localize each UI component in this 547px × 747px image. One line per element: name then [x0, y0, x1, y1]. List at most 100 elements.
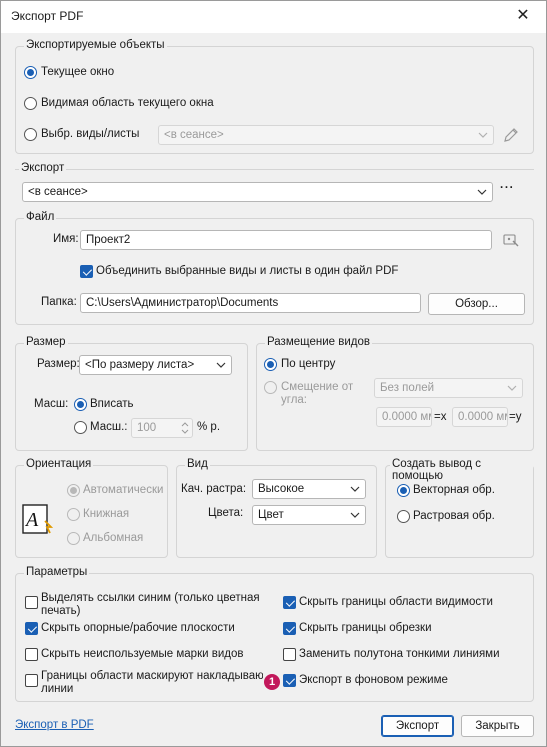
selected-views-label[interactable]: Выбр. виды/листы	[41, 128, 139, 140]
radio-visible-area[interactable]	[24, 97, 37, 110]
output-label: Создать вывод с помощью	[390, 458, 533, 482]
margins-value: Без полей	[380, 382, 435, 394]
radio-current-window[interactable]	[24, 66, 37, 79]
chevron-down-icon	[477, 189, 487, 195]
offset-y-label: =y	[509, 411, 522, 423]
hide-ref-planes-checkbox[interactable]	[25, 622, 38, 635]
radio-landscape[interactable]	[67, 532, 80, 545]
params-label: Параметры	[24, 566, 90, 578]
background-export-label[interactable]: Экспорт в фоновом режиме	[299, 674, 448, 686]
offset-label-1[interactable]: Смещение от	[281, 381, 353, 393]
svg-text:A: A	[24, 509, 39, 531]
center-label[interactable]: По центру	[281, 358, 335, 370]
folder-label: Папка:	[41, 296, 77, 308]
offset-x-value: 0.0000 мм	[382, 411, 432, 423]
size-value: <По размеру листа>	[85, 359, 195, 371]
mask-label-2: линии	[41, 683, 74, 695]
scale-input[interactable]: 100	[131, 418, 193, 438]
scale-unit-label: % р.	[197, 421, 221, 433]
hide-crop-label[interactable]: Скрыть границы обрезки	[299, 622, 432, 634]
view-label: Вид	[185, 458, 210, 470]
radio-fit[interactable]	[74, 398, 87, 411]
name-label: Имя:	[53, 233, 79, 245]
export-more-button[interactable]: ···	[500, 182, 515, 194]
radio-portrait[interactable]	[67, 508, 80, 521]
links-blue-checkbox[interactable]	[25, 596, 38, 609]
replace-halftone-checkbox[interactable]	[283, 648, 296, 661]
chevron-down-icon	[216, 362, 226, 368]
colors-label: Цвета:	[208, 507, 244, 519]
page-orientation-icon: A	[22, 504, 53, 534]
combine-label[interactable]: Объединить выбранные виды и листы в один…	[96, 265, 398, 277]
mask-label-1[interactable]: Границы области маскируют накладываю	[41, 670, 263, 682]
hide-unused-tags-checkbox[interactable]	[25, 648, 38, 661]
export-dropdown[interactable]: <в сеансе>	[22, 182, 493, 202]
file-name-value: Проект2	[86, 234, 131, 246]
radio-scale[interactable]	[74, 421, 87, 434]
hide-crop-checkbox[interactable]	[283, 622, 296, 635]
edit-pencil-icon[interactable]	[502, 126, 520, 144]
size-group-label: Размер	[24, 336, 68, 348]
radio-vector[interactable]	[397, 484, 410, 497]
window-title: Экспорт PDF	[11, 9, 84, 23]
raster-label[interactable]: Растровая обр.	[413, 510, 495, 522]
orientation-label: Ориентация	[24, 458, 94, 470]
chevron-down-icon	[507, 385, 517, 391]
replace-halftone-label[interactable]: Заменить полутона тонкими линиями	[299, 648, 500, 660]
offset-x-input[interactable]: 0.0000 мм	[376, 407, 432, 427]
margins-dropdown[interactable]: Без полей	[374, 378, 523, 398]
landscape-label[interactable]: Альбомная	[83, 532, 143, 544]
hide-scope-boxes-label[interactable]: Скрыть границы области видимости	[299, 596, 493, 608]
export-pdf-dialog: Экспорт PDF ✕ Экспортируемые объекты Тек…	[0, 0, 547, 747]
radio-auto[interactable]	[67, 484, 80, 497]
close-button[interactable]: Закрыть	[461, 715, 534, 737]
folder-input[interactable]: C:\Users\Администратор\Documents	[80, 293, 421, 313]
links-blue-label-2: печать)	[41, 605, 81, 617]
background-export-checkbox[interactable]	[283, 674, 296, 687]
browse-button[interactable]: Обзор...	[428, 293, 525, 315]
scale-option-label[interactable]: Масш.:	[90, 421, 127, 433]
selected-views-value: <в сеансе>	[164, 129, 224, 141]
radio-offset[interactable]	[264, 381, 277, 394]
auto-label[interactable]: Автоматически	[83, 484, 163, 496]
vector-label[interactable]: Векторная обр.	[413, 484, 495, 496]
scale-value: 100	[137, 422, 157, 434]
portrait-label[interactable]: Книжная	[83, 508, 129, 520]
hide-ref-planes-label[interactable]: Скрыть опорные/рабочие плоскости	[41, 622, 235, 634]
radio-selected-views[interactable]	[24, 128, 37, 141]
file-name-input[interactable]: Проект2	[80, 230, 492, 250]
export-pdf-help-link[interactable]: Экспорт в PDF	[15, 719, 94, 731]
raster-quality-value: Высокое	[258, 483, 305, 495]
offset-x-label: =x	[434, 411, 447, 423]
offset-y-input[interactable]: 0.0000 мм	[452, 407, 508, 427]
export-button[interactable]: Экспорт	[381, 715, 454, 737]
fit-label[interactable]: Вписать	[90, 398, 133, 410]
close-icon[interactable]: ✕	[506, 3, 540, 29]
raster-quality-label: Кач. растра:	[181, 483, 247, 495]
links-blue-label-1[interactable]: Выделять ссылки синим (только цветная	[41, 592, 260, 604]
chevron-down-icon	[350, 486, 360, 492]
raster-quality-dropdown[interactable]: Высокое	[252, 479, 366, 499]
name-builder-icon[interactable]	[502, 231, 520, 249]
visible-area-label[interactable]: Видимая область текущего окна	[41, 97, 214, 109]
hide-scope-boxes-checkbox[interactable]	[283, 596, 296, 609]
combine-checkbox[interactable]	[80, 265, 93, 278]
radio-center[interactable]	[264, 358, 277, 371]
export-label: Экспорт	[19, 162, 67, 174]
mask-checkbox[interactable]	[25, 674, 38, 687]
placement-group-label: Размещение видов	[265, 336, 372, 348]
annotation-badge: 1	[264, 674, 280, 690]
colors-dropdown[interactable]: Цвет	[252, 505, 366, 525]
radio-raster[interactable]	[397, 510, 410, 523]
selected-views-dropdown[interactable]: <в сеансе>	[158, 125, 494, 145]
export-objects-label: Экспортируемые объекты	[24, 39, 167, 51]
spinner-icon[interactable]	[180, 420, 190, 436]
hide-unused-tags-label[interactable]: Скрыть неиспользуемые марки видов	[41, 648, 243, 660]
size-label: Размер:	[37, 358, 80, 370]
folder-value: C:\Users\Администратор\Documents	[86, 297, 279, 309]
current-window-label[interactable]: Текущее окно	[41, 66, 114, 78]
export-value: <в сеансе>	[28, 186, 88, 198]
scale-label: Масш:	[34, 398, 69, 410]
size-dropdown[interactable]: <По размеру листа>	[79, 355, 232, 375]
colors-value: Цвет	[258, 509, 284, 521]
